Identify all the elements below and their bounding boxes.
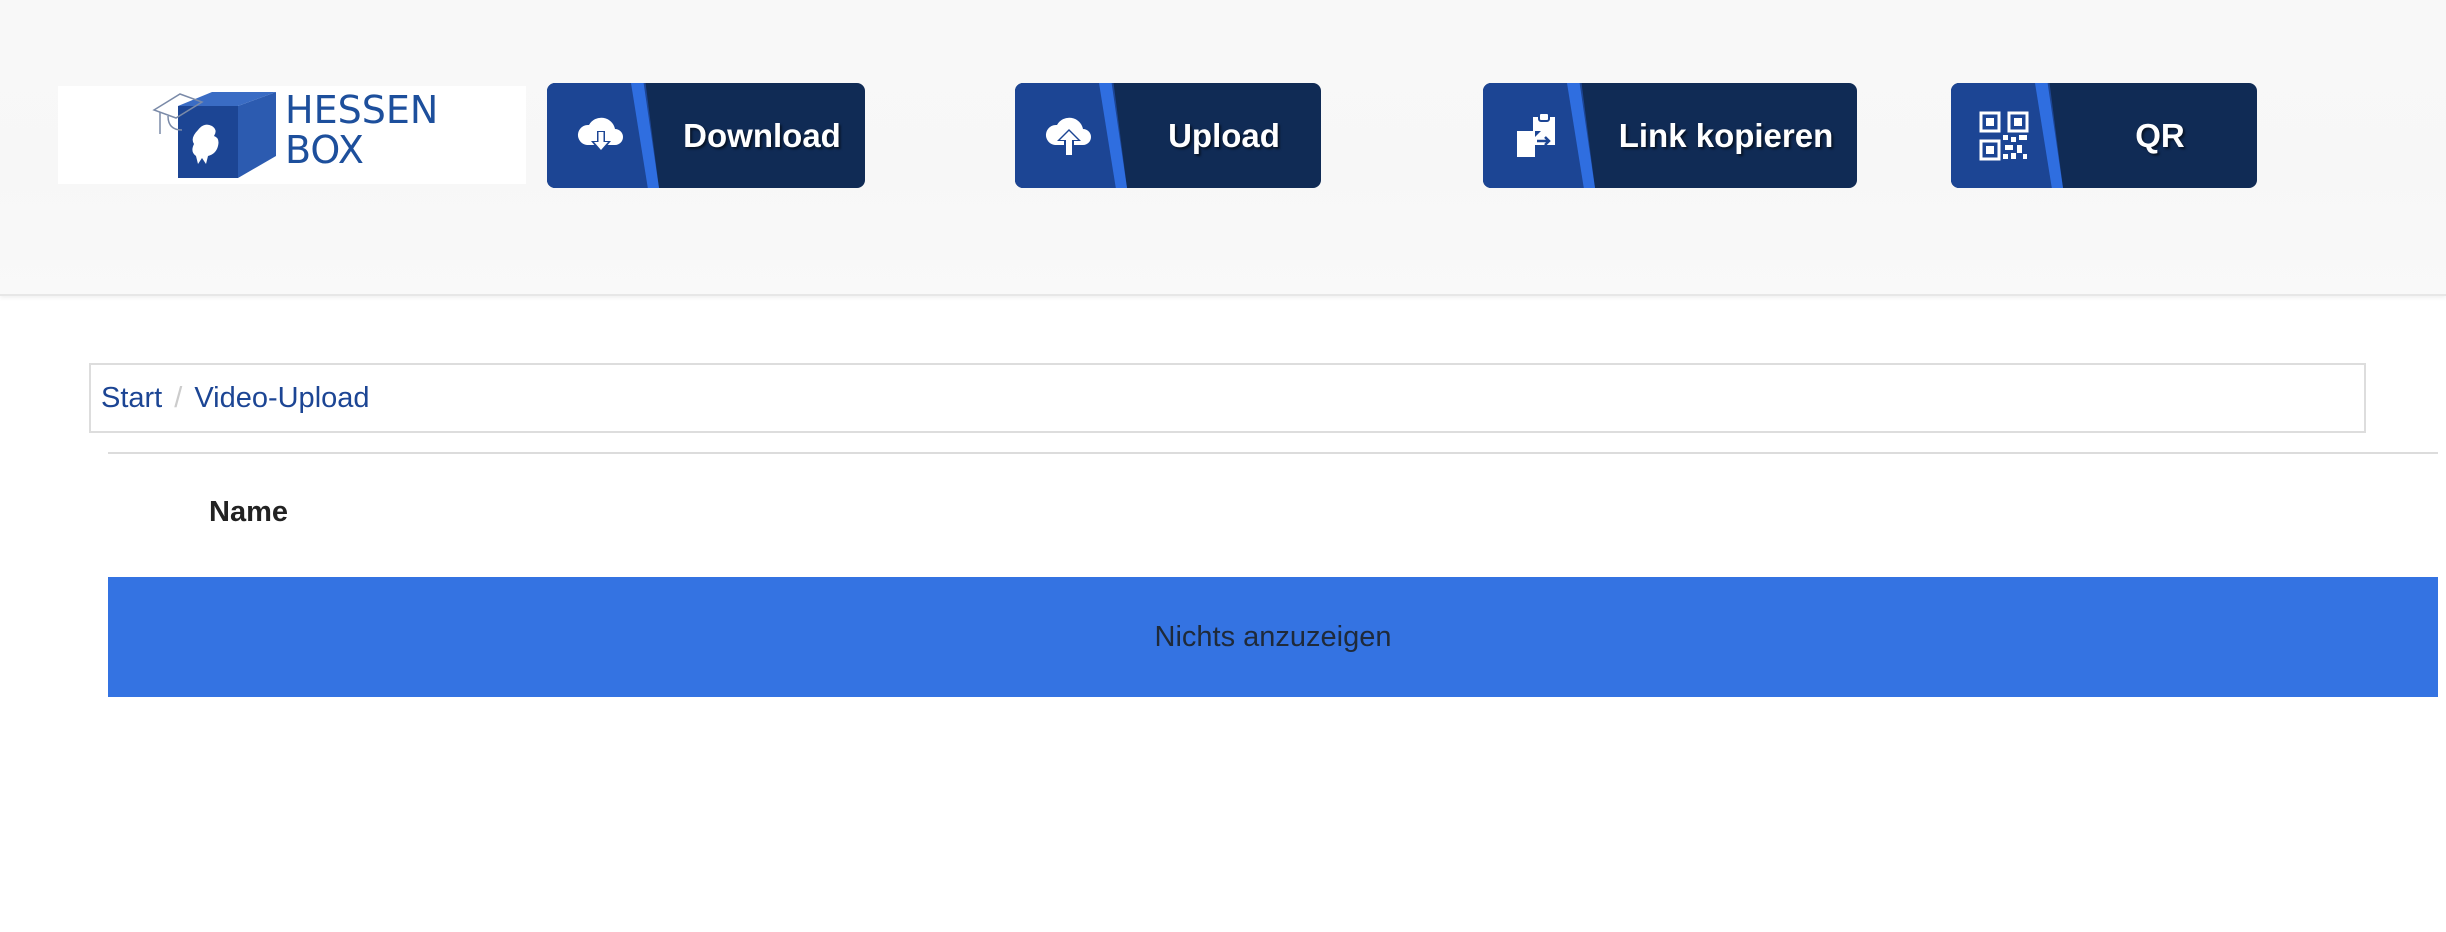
breadcrumb-separator: / — [174, 381, 183, 414]
logo-text: HESSEN BOX — [285, 90, 438, 170]
download-button[interactable]: Download — [547, 83, 865, 188]
empty-message: Nichts anzuzeigen — [1154, 620, 1392, 653]
header-bar: HESSEN BOX Download Upload Link kopieren… — [0, 0, 2446, 296]
qr-code-icon — [1979, 111, 2029, 161]
breadcrumb-item-video-upload[interactable]: Video-Upload — [194, 382, 369, 415]
qr-button[interactable]: QR — [1951, 83, 2257, 188]
qr-button-label: QR — [2135, 116, 2185, 154]
cube-lion-icon — [152, 92, 276, 178]
empty-table-row: Nichts anzuzeigen — [108, 577, 2438, 697]
column-header-name[interactable]: Name — [209, 496, 288, 529]
upload-button-label: Upload — [1168, 116, 1280, 154]
upload-button[interactable]: Upload — [1015, 83, 1321, 188]
breadcrumb-item-start[interactable]: Start — [101, 382, 162, 415]
logo-line2: BOX — [285, 128, 364, 172]
download-button-label: Download — [683, 116, 841, 154]
copy-link-icon — [1517, 112, 1555, 157]
hessenbox-logo[interactable]: HESSEN BOX — [58, 86, 526, 184]
logo-line1: HESSEN — [285, 88, 439, 132]
cloud-download-icon — [577, 117, 623, 153]
breadcrumb: Start / Video-Upload — [89, 363, 2366, 433]
cloud-upload-icon — [1045, 117, 1091, 155]
copy-link-button-label: Link kopieren — [1618, 116, 1834, 154]
copy-link-button[interactable]: Link kopieren — [1483, 83, 1857, 188]
table-top-divider — [108, 452, 2438, 454]
